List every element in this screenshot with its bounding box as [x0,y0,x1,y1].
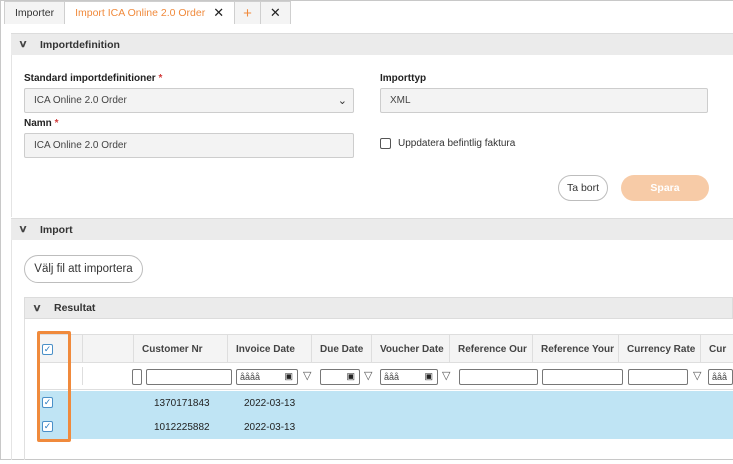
filter-due-date[interactable]: ▣ [320,369,360,385]
col-blank [82,335,133,364]
date-placeholder: ååå [712,372,728,382]
close-icon: ✕ [269,5,281,20]
col-customer-nr[interactable]: Customer Nr [133,335,223,364]
col-currency-rate[interactable]: Currency Rate [618,335,700,364]
filter-icon[interactable]: ▽ [693,369,701,382]
row-checkbox[interactable]: ✓ [42,397,53,408]
checkbox-icon[interactable] [380,138,391,149]
table-row[interactable]: ✓ 1370171843 2022-03-13 [37,391,733,415]
save-button[interactable]: Spara [621,175,709,201]
chevron-down-icon: ∨ [32,302,42,314]
standard-label: Standard importdefinitioner * [24,73,163,84]
cell-invoice-date: 2022-03-13 [244,397,296,409]
cell-customer-nr: 1370171843 [154,397,210,409]
chevron-down-icon: ∨ [18,224,28,235]
section-title: Resultat [54,302,96,314]
filter-icon[interactable]: ▽ [364,369,372,382]
close-all-tabs-button[interactable]: ✕ [259,1,291,24]
tab-bar: Importer Import ICA Online 2.0 Order ✕ +… [4,1,291,24]
import-header[interactable]: ∨ Import [11,218,733,240]
filter-customer-nr[interactable] [146,369,232,385]
choose-file-button[interactable]: Välj fil att importera [24,255,143,283]
section-title: Importdefinition [40,38,120,51]
col-due-date[interactable]: Due Date [311,335,371,364]
field-value: XML [390,95,411,106]
filter-reference-our[interactable] [459,369,538,385]
delete-button[interactable]: Ta bort [558,175,608,201]
col-invoice-date[interactable]: Invoice Date [227,335,311,364]
namn-label: Namn * [24,118,59,129]
date-placeholder: åååå [240,372,261,382]
filter-reference-your[interactable] [542,369,623,385]
section-title: Import [40,223,73,236]
tab-importer[interactable]: Importer [4,1,66,24]
filter-icon[interactable]: ▽ [303,369,311,382]
col-voucher-date[interactable]: Voucher Date [371,335,449,364]
filter-voucher-date[interactable]: ååå ▣ [380,369,438,385]
filter-divider [82,367,83,385]
standard-importdefinition-select[interactable]: ICA Online 2.0 Order ⌄ [24,88,354,113]
grid-header: ✓ Customer Nr Invoice Date Due Date Vouc… [37,334,733,364]
select-value: ICA Online 2.0 Order [34,95,127,106]
col-reference-your[interactable]: Reference Your [532,335,618,364]
importtyp-field: XML [380,88,708,113]
importtyp-label: Importtyp [380,73,427,84]
tab-label: Import ICA Online 2.0 Order [75,7,206,19]
cell-invoice-date: 2022-03-13 [244,421,296,433]
filter-invoice-date[interactable]: åååå ▣ [236,369,298,385]
tab-label: Importer [15,7,55,19]
filter-icon[interactable]: ▽ [442,369,450,382]
calendar-icon[interactable]: ▣ [424,371,433,382]
checkbox-label: Uppdatera befintlig faktura [398,138,516,149]
calendar-icon[interactable]: ▣ [346,371,355,382]
col-currency[interactable]: Cur [700,335,733,364]
filter-input-blank[interactable] [132,369,142,385]
input-value: ICA Online 2.0 Order [34,140,127,151]
update-invoice-checkbox[interactable]: Uppdatera befintlig faktura [380,138,515,149]
namn-input[interactable]: ICA Online 2.0 Order [24,133,354,158]
calendar-icon[interactable]: ▣ [284,371,293,382]
importdefinition-header[interactable]: ∨ Importdefinition [11,33,733,55]
cell-customer-nr: 1012225882 [154,421,210,433]
add-tab-button[interactable]: + [234,1,261,24]
col-reference-our[interactable]: Reference Our [449,335,532,364]
resultat-border [24,319,25,460]
chevron-down-icon: ⌄ [337,95,347,107]
chevron-down-icon: ∨ [18,39,28,50]
filter-currency-rate[interactable] [628,369,688,385]
plus-icon: + [243,4,252,22]
table-row[interactable]: ✓ 1012225882 2022-03-13 [37,415,733,439]
resultat-header[interactable]: ∨ Resultat [24,297,733,319]
close-icon[interactable]: ✕ [213,5,224,21]
date-placeholder: ååå [384,372,400,382]
tab-import-ica[interactable]: Import ICA Online 2.0 Order ✕ [64,1,236,24]
filter-currency[interactable]: ååå [708,369,733,385]
select-all-checkbox[interactable]: ✓ [42,344,53,355]
row-checkbox[interactable]: ✓ [42,421,53,432]
